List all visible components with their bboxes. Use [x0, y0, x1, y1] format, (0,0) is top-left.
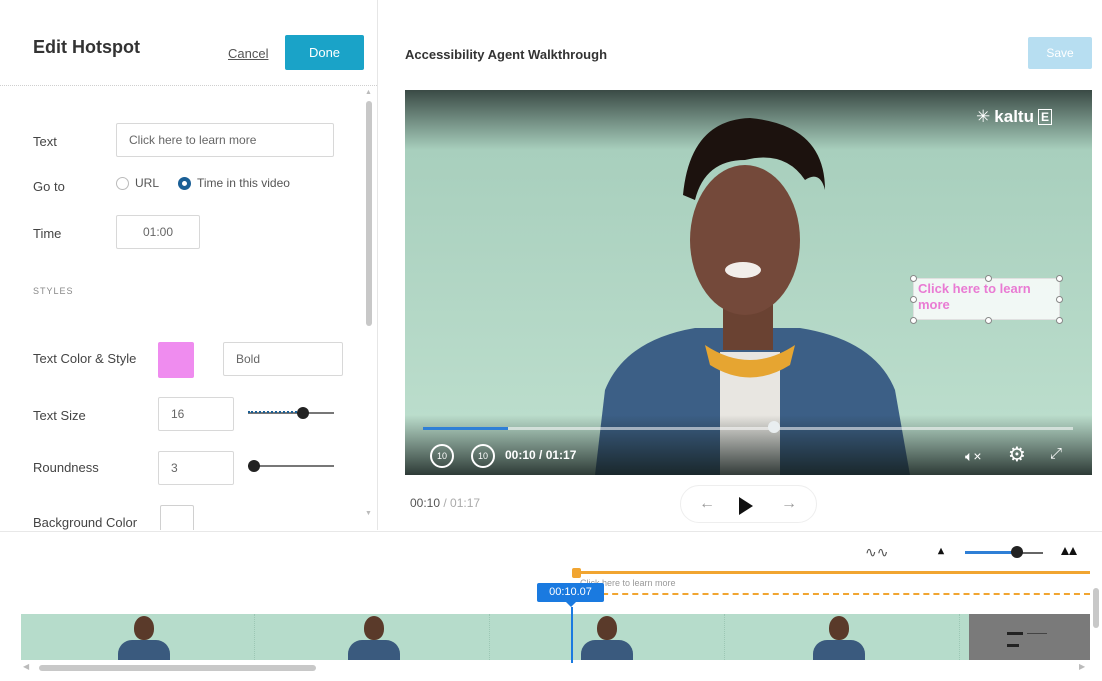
play-icon[interactable]	[739, 497, 753, 515]
filmstrip-end-frame	[969, 614, 1090, 660]
background-color-label: Background Color	[33, 515, 138, 530]
hotspot-overlay[interactable]: Click here to learn more	[913, 278, 1060, 320]
playhead-time-badge[interactable]: 00:10.07	[537, 583, 604, 602]
hotspot-resize-handle[interactable]	[910, 317, 917, 324]
scroll-right-arrow-icon[interactable]: ▶	[1079, 662, 1085, 671]
timeline-horizontal-scrollbar[interactable]: ◀ ▶	[21, 662, 1090, 673]
zoom-in-icon[interactable]	[1069, 547, 1077, 555]
presenter-smile	[725, 262, 761, 278]
playback-progress-fill	[423, 427, 508, 430]
frame-navigation: ← →	[680, 485, 817, 523]
playhead-badge-pointer	[566, 602, 576, 607]
arrow-left-icon[interactable]: ←	[699, 495, 715, 513]
done-button[interactable]: Done	[285, 35, 364, 70]
video-title: Accessibility Agent Walkthrough	[405, 47, 608, 62]
time-input[interactable]: 01:00	[116, 215, 200, 249]
panel-scrollbar-thumb[interactable]	[366, 101, 372, 326]
progress-scrub-knob[interactable]	[768, 421, 780, 433]
filmstrip-frame	[726, 614, 960, 660]
settings-gear-icon[interactable]: ⚙︎	[1008, 442, 1026, 467]
timeline-zoom-fill	[965, 551, 1017, 554]
zoom-out-icon[interactable]	[937, 547, 945, 555]
panel-header: Edit Hotspot Cancel Done	[0, 0, 377, 86]
hotspot-text-input[interactable]: Click here to learn more	[116, 123, 334, 157]
arrow-right-icon[interactable]: →	[781, 495, 797, 513]
save-button[interactable]: Save	[1028, 37, 1092, 69]
radio-url[interactable]: URL	[116, 176, 159, 190]
roundness-label: Roundness	[33, 460, 99, 475]
hotspot-resize-handle[interactable]	[910, 275, 917, 282]
radio-url-dot[interactable]	[116, 176, 129, 190]
hotspot-resize-handle[interactable]	[985, 275, 992, 282]
kaltura-logo-badge: E	[1037, 109, 1052, 125]
background-color-swatch[interactable]	[160, 505, 194, 530]
filmstrip-frame	[21, 614, 255, 660]
edit-hotspot-panel: Edit Hotspot Cancel Done Text Click here…	[0, 0, 378, 530]
timeline-zoom-knob[interactable]	[1011, 546, 1023, 558]
text-size-slider-fill	[248, 411, 304, 413]
goto-label: Go to	[33, 179, 65, 194]
controls-gradient	[405, 415, 1092, 475]
text-size-input[interactable]: 16	[158, 397, 234, 431]
filmstrip-frame	[256, 614, 490, 660]
roundness-input[interactable]: 3	[158, 451, 234, 485]
hotspot-form: Text Click here to learn more Go to URL …	[0, 87, 362, 530]
text-label: Text	[33, 134, 57, 149]
forward-10-icon[interactable]: 10	[471, 444, 495, 468]
hotspot-timeline-track[interactable]: Click here to learn more	[572, 571, 1090, 595]
radio-url-label: URL	[135, 176, 160, 190]
text-size-slider-knob[interactable]	[297, 407, 309, 419]
roundness-slider-knob[interactable]	[248, 460, 260, 472]
fullscreen-icon[interactable]: ⤢	[1050, 445, 1062, 462]
cancel-link[interactable]: Cancel	[228, 46, 268, 61]
hotspot-track-grip-icon[interactable]	[572, 568, 581, 578]
kaltura-logo: ✳ kaltu E	[976, 107, 1052, 127]
panel-title: Edit Hotspot	[33, 37, 140, 57]
panel-scrollbar[interactable]: ▲ ▼	[362, 87, 377, 530]
timeline-vertical-scrollbar[interactable]	[1093, 588, 1099, 628]
waveform-icon[interactable]: ∿∿	[865, 544, 888, 561]
playback-progress-bar[interactable]	[423, 427, 1073, 430]
filmstrip-frame	[491, 614, 725, 660]
kaltura-logo-icon: ✳	[976, 107, 991, 126]
hotspot-resize-handle[interactable]	[910, 296, 917, 303]
current-time: 00:10	[410, 496, 441, 510]
hotspot-resize-handle[interactable]	[1056, 317, 1063, 324]
player-time-display: 00:10 / 01:17	[505, 448, 577, 462]
hotspot-resize-handle[interactable]	[1056, 275, 1063, 282]
rewind-10-icon[interactable]: 10	[430, 444, 454, 468]
timeline-playhead[interactable]	[571, 607, 573, 663]
presenter-face	[690, 165, 800, 315]
radio-time-label: Time in this video	[197, 176, 290, 190]
time-label: Time	[33, 226, 62, 241]
video-player[interactable]: ✳ kaltu E Click here to learn more 10 10…	[405, 90, 1092, 475]
zoom-in-icon[interactable]	[1061, 547, 1069, 555]
scroll-up-arrow-icon[interactable]: ▲	[365, 89, 372, 96]
timeline-scrollbar-thumb[interactable]	[39, 665, 316, 671]
text-color-style-label: Text Color & Style	[33, 351, 137, 366]
text-style-select[interactable]: Bold	[223, 342, 343, 376]
kaltura-logo-text: kaltu	[994, 107, 1034, 126]
roundness-slider[interactable]	[248, 465, 334, 467]
scroll-left-arrow-icon[interactable]: ◀	[23, 662, 29, 671]
total-time: / 01:17	[443, 496, 481, 510]
hotspot-resize-handle[interactable]	[1056, 296, 1063, 303]
radio-time-dot[interactable]	[178, 176, 191, 190]
text-color-swatch[interactable]	[158, 342, 194, 378]
hotspot-editor-app: Edit Hotspot Cancel Done Text Click here…	[0, 0, 1102, 681]
timeline-editor: ∿∿ Click here to learn more 00:10.07 ◀ ▶	[0, 531, 1102, 681]
scroll-down-arrow-icon[interactable]: ▼	[365, 510, 372, 517]
volume-mute-icon[interactable]: 🔈︎×	[965, 448, 982, 465]
hotspot-resize-handle[interactable]	[985, 317, 992, 324]
radio-time-in-video[interactable]: Time in this video	[178, 176, 290, 190]
current-time-display: 00:10 / 01:17	[410, 496, 480, 510]
video-filmstrip[interactable]	[21, 614, 1090, 660]
styles-heading: STYLES	[33, 286, 74, 296]
text-size-label: Text Size	[33, 408, 86, 423]
